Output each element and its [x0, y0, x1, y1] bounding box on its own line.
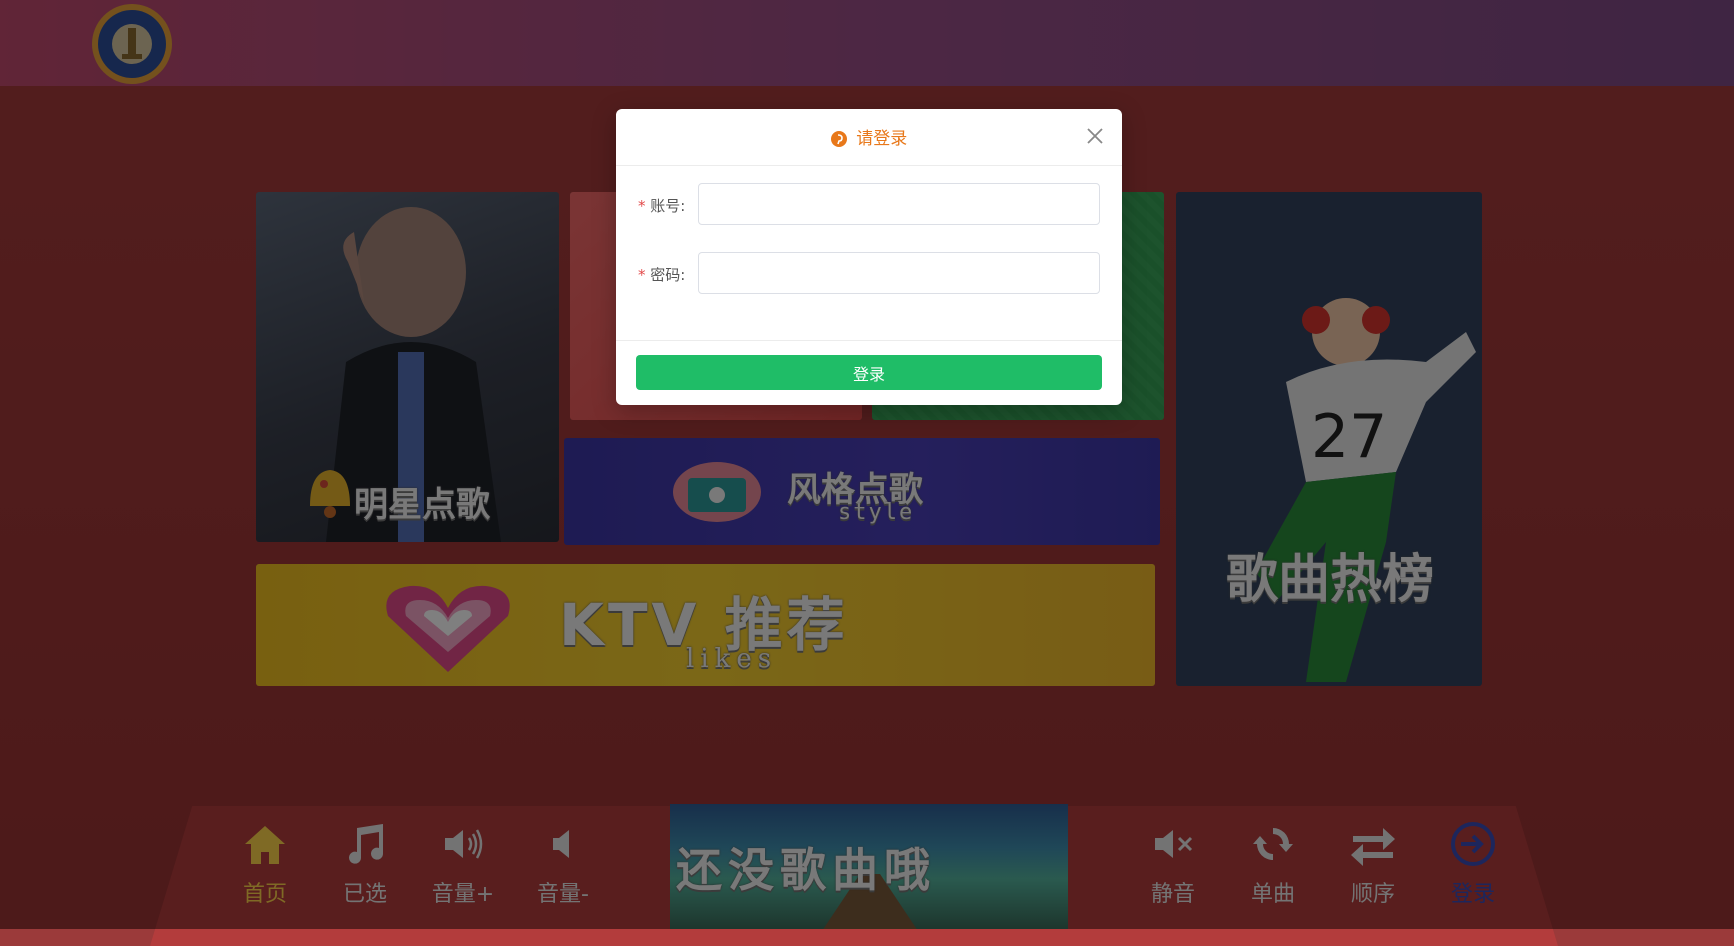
- pinterest-icon: [830, 131, 847, 147]
- account-row: * 账号:: [638, 183, 1106, 229]
- required-mark: *: [638, 197, 646, 215]
- required-mark: *: [638, 266, 646, 284]
- account-label-wrap: * 账号:: [638, 195, 685, 216]
- login-dialog: 请登录 * 账号: * 密码: 登录: [616, 109, 1122, 405]
- dialog-title: 请登录: [856, 129, 908, 149]
- dialog-title-wrap: 请登录: [616, 124, 1122, 149]
- close-icon[interactable]: [1084, 125, 1106, 147]
- login-submit-button[interactable]: 登录: [636, 355, 1102, 390]
- account-label: 账号:: [650, 197, 686, 215]
- password-label: 密码:: [650, 266, 686, 284]
- password-row: * 密码:: [638, 252, 1106, 298]
- password-input[interactable]: [698, 252, 1100, 294]
- password-label-wrap: * 密码:: [638, 264, 685, 285]
- account-input[interactable]: [698, 183, 1100, 225]
- dialog-footer: 登录: [616, 340, 1122, 405]
- dialog-header: 请登录: [616, 109, 1122, 166]
